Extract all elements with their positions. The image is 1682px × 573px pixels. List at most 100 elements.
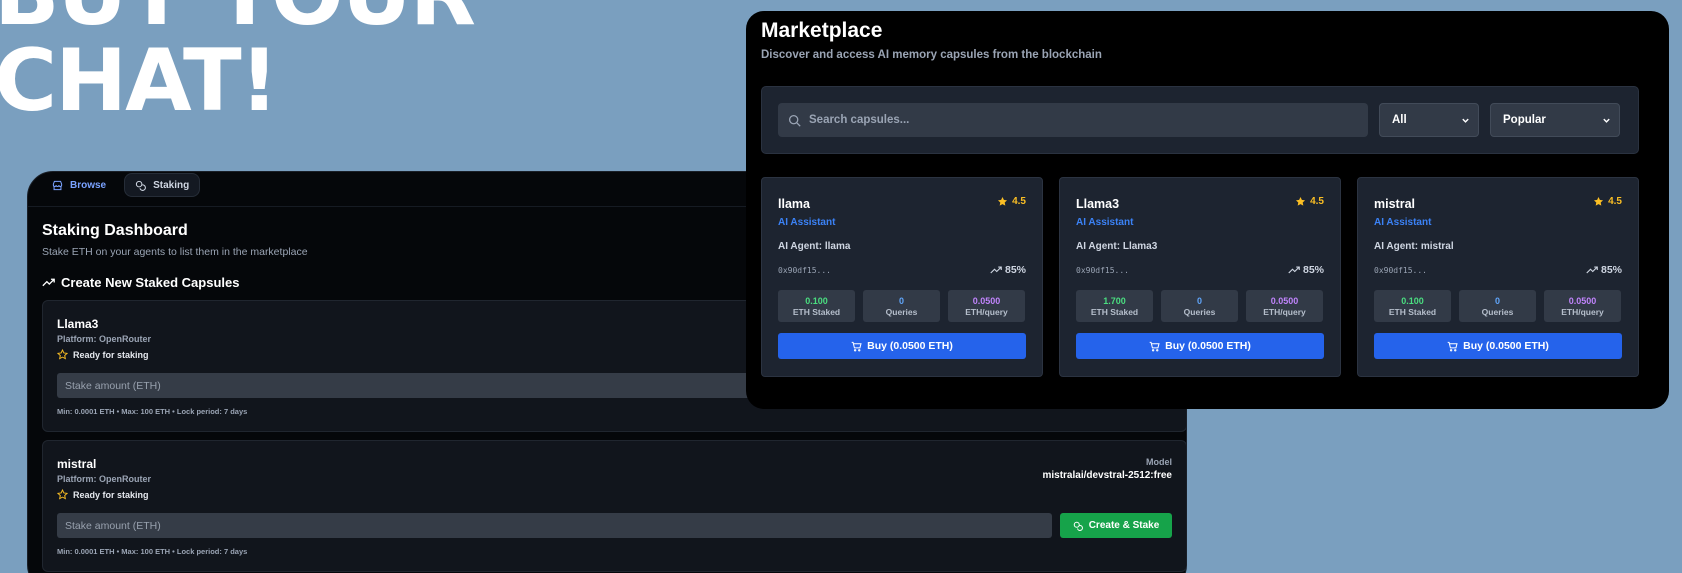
card-trend: 85% — [990, 264, 1026, 276]
card-name: Llama3 — [1076, 197, 1120, 211]
stat-queries-label: Queries — [885, 306, 918, 317]
capsule-status-label: Ready for staking — [73, 349, 149, 360]
capsule-limits: Min: 0.0001 ETH • Max: 100 ETH • Lock pe… — [57, 407, 248, 416]
card-trend: 85% — [1586, 264, 1622, 276]
coins-icon — [1073, 521, 1083, 531]
stat-queries-value: 0 — [1494, 295, 1500, 306]
card-category: AI Assistant — [1076, 217, 1134, 228]
stat-eth-staked-value: 0.100 — [1401, 295, 1424, 306]
tab-browse[interactable]: Browse — [42, 173, 116, 197]
buy-button[interactable]: Buy (0.0500 ETH) — [778, 333, 1026, 359]
card-rating: 4.5 — [997, 196, 1026, 207]
page-subtitle: Stake ETH on your agents to list them in… — [42, 246, 308, 258]
stat-queries-label: Queries — [1481, 306, 1514, 317]
card-name: llama — [778, 197, 810, 211]
card-rating-value: 4.5 — [1608, 196, 1622, 207]
trending-up-icon — [1288, 266, 1300, 274]
stat-price-label: ETH/query — [1561, 306, 1604, 317]
card-agent: AI Agent: Llama3 — [1076, 241, 1158, 252]
cart-icon — [851, 341, 862, 351]
hero-line-2: CHAT! — [0, 31, 279, 131]
stat-queries-value: 0 — [1196, 295, 1202, 306]
stat-price-label: ETH/query — [965, 306, 1008, 317]
buy-button-label: Buy (0.0500 ETH) — [1463, 340, 1549, 352]
create-and-stake-button[interactable]: Create & Stake — [1060, 513, 1172, 538]
stat-eth-staked-value: 0.100 — [805, 295, 828, 306]
stat-eth-staked-label: ETH Staked — [1090, 306, 1139, 317]
stat-price: 0.0500 ETH/query — [948, 290, 1025, 322]
chevron-down-icon — [1603, 118, 1610, 123]
star-outline-icon — [57, 349, 68, 360]
capsule-limits: Min: 0.0001 ETH • Max: 100 ETH • Lock pe… — [57, 547, 248, 556]
card-rating-value: 4.5 — [1310, 196, 1324, 207]
capsule-card: mistral Platform: OpenRouter Ready for s… — [42, 440, 1186, 572]
section-title: Create New Staked Capsules — [42, 275, 239, 290]
tab-browse-label: Browse — [70, 179, 107, 191]
stat-queries: 0 Queries — [1161, 290, 1238, 322]
chevron-down-icon — [1462, 118, 1469, 123]
card-agent: AI Agent: llama — [778, 241, 851, 252]
search-input[interactable] — [809, 114, 1358, 126]
category-select-value: All — [1392, 114, 1407, 126]
capsule-platform: Platform: OpenRouter — [57, 474, 152, 484]
stat-eth-staked-label: ETH Staked — [792, 306, 841, 317]
nav-tabs: Browse Staking — [42, 173, 201, 197]
card-hash: 0x90df15... — [1076, 266, 1129, 275]
card-trend-value: 85% — [1004, 264, 1026, 276]
star-icon — [1296, 197, 1306, 206]
cart-icon — [1447, 341, 1458, 351]
card-stats: 1.700 ETH Staked 0 Queries 0.0500 ETH/qu… — [1076, 290, 1323, 322]
capsule-name: Llama3 — [57, 317, 99, 331]
marketplace-title: Marketplace — [761, 19, 883, 42]
marketplace-subtitle: Discover and access AI memory capsules f… — [761, 49, 1102, 61]
card-stats: 0.100 ETH Staked 0 Queries 0.0500 ETH/qu… — [1374, 290, 1621, 322]
filter-bar: All Popular — [761, 86, 1639, 154]
tab-staking[interactable]: Staking — [124, 173, 201, 197]
cart-icon — [1149, 341, 1160, 351]
marketplace-window: Marketplace Discover and access AI memor… — [746, 11, 1669, 409]
star-outline-icon — [57, 489, 68, 500]
section-title-label: Create New Staked Capsules — [61, 275, 240, 290]
model-value: mistralai/devstral-2512:free — [1042, 470, 1172, 481]
card-category: AI Assistant — [1374, 217, 1432, 228]
card-hash: 0x90df15... — [1374, 266, 1427, 275]
capsule-name: mistral — [57, 457, 97, 471]
card-trend-value: 85% — [1600, 264, 1622, 276]
category-select[interactable]: All — [1379, 103, 1479, 137]
card-rating-value: 4.5 — [1012, 196, 1026, 207]
trending-up-icon — [1586, 266, 1598, 274]
page-title: Staking Dashboard — [42, 222, 188, 239]
stat-price: 0.0500 ETH/query — [1544, 290, 1621, 322]
capsule-market-card[interactable]: llama 4.5 AI Assistant AI Agent: llama 0… — [761, 177, 1043, 377]
capsule-status-label: Ready for staking — [73, 489, 149, 500]
capsule-market-card[interactable]: mistral 4.5 AI Assistant AI Agent: mistr… — [1357, 177, 1639, 377]
capsule-status: Ready for staking — [57, 489, 149, 500]
capsule-market-card[interactable]: Llama3 4.5 AI Assistant AI Agent: Llama3… — [1059, 177, 1341, 377]
stat-price: 0.0500 ETH/query — [1246, 290, 1323, 322]
coins-icon — [135, 180, 147, 191]
tab-staking-label: Staking — [153, 179, 190, 191]
buy-button-label: Buy (0.0500 ETH) — [1165, 340, 1251, 352]
sort-select[interactable]: Popular — [1490, 103, 1620, 137]
sort-select-value: Popular — [1503, 114, 1546, 126]
card-agent: AI Agent: mistral — [1374, 241, 1454, 252]
capsule-platform: Platform: OpenRouter — [57, 334, 152, 344]
card-rating: 4.5 — [1295, 196, 1324, 207]
stat-queries: 0 Queries — [1459, 290, 1536, 322]
trending-up-icon — [990, 266, 1002, 274]
model-label: Model — [1146, 457, 1172, 467]
star-icon — [998, 197, 1008, 206]
stat-eth-staked-label: ETH Staked — [1388, 306, 1437, 317]
search-icon — [788, 114, 801, 127]
create-and-stake-label: Create & Stake — [1088, 520, 1160, 531]
search-box[interactable] — [778, 103, 1368, 137]
stat-price-value: 0.0500 — [1270, 295, 1299, 306]
stage: BUY YOUR CHAT! Browse Staking Staking Da… — [0, 0, 1682, 573]
stake-amount-input[interactable] — [57, 513, 1052, 538]
card-rating: 4.5 — [1593, 196, 1622, 207]
stat-eth-staked: 0.100 ETH Staked — [1374, 290, 1451, 322]
buy-button[interactable]: Buy (0.0500 ETH) — [1374, 333, 1622, 359]
stat-queries-label: Queries — [1183, 306, 1216, 317]
buy-button[interactable]: Buy (0.0500 ETH) — [1076, 333, 1324, 359]
capsule-status: Ready for staking — [57, 349, 149, 360]
